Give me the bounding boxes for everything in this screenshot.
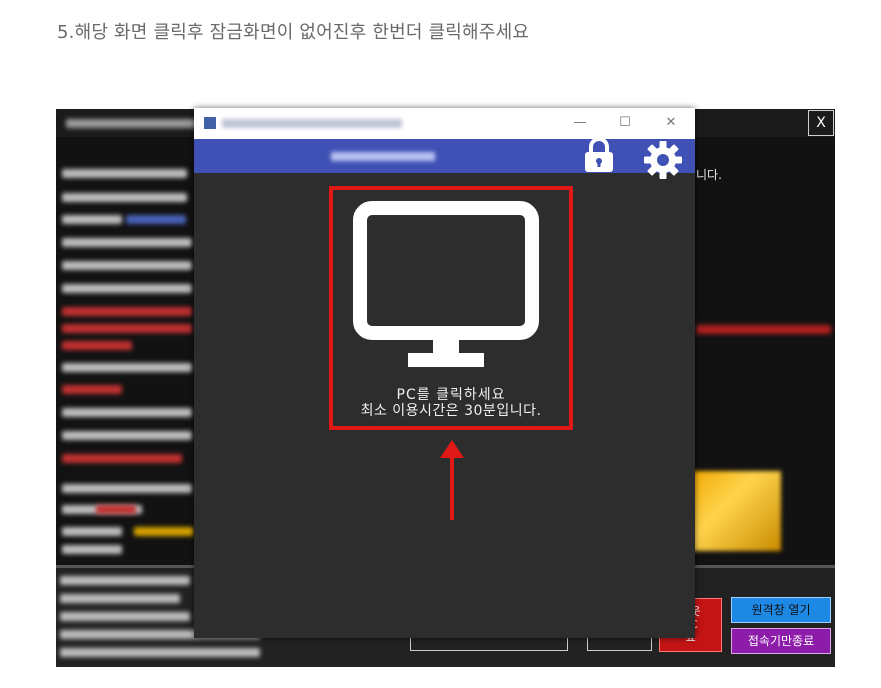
monitor-icon[interactable] [353,201,539,375]
end-session-button[interactable]: 접속기만종료 [731,628,831,654]
gear-icon[interactable] [643,140,683,184]
maximize-button[interactable]: ☐ [616,114,634,132]
min-usage-message: 최소 이용시간은 30분입니다. [360,403,542,419]
blurred-title [222,119,402,128]
background-text: 니다. [696,168,722,182]
dialog-header [194,139,695,173]
arrow-up-icon [439,440,465,526]
thumbnail-image [691,471,781,551]
minimize-button[interactable]: — [571,114,589,132]
instruction-caption: 5.해당 화면 클릭후 잠금화면이 없어진후 한번더 클릭해주세요 [57,22,530,43]
app-icon [204,117,216,129]
lock-dialog: — ☐ ✕ PC를 클릭하세요 최소 이용시간은 30분입니다. [194,108,695,638]
dialog-close-button[interactable]: ✕ [662,114,680,132]
blurred-header-name [331,152,435,161]
dialog-titlebar: — ☐ ✕ [194,108,695,139]
lock-icon[interactable] [582,137,616,177]
close-button[interactable]: X [808,110,834,136]
remote-window-button[interactable]: 원격창 열기 [731,597,831,623]
